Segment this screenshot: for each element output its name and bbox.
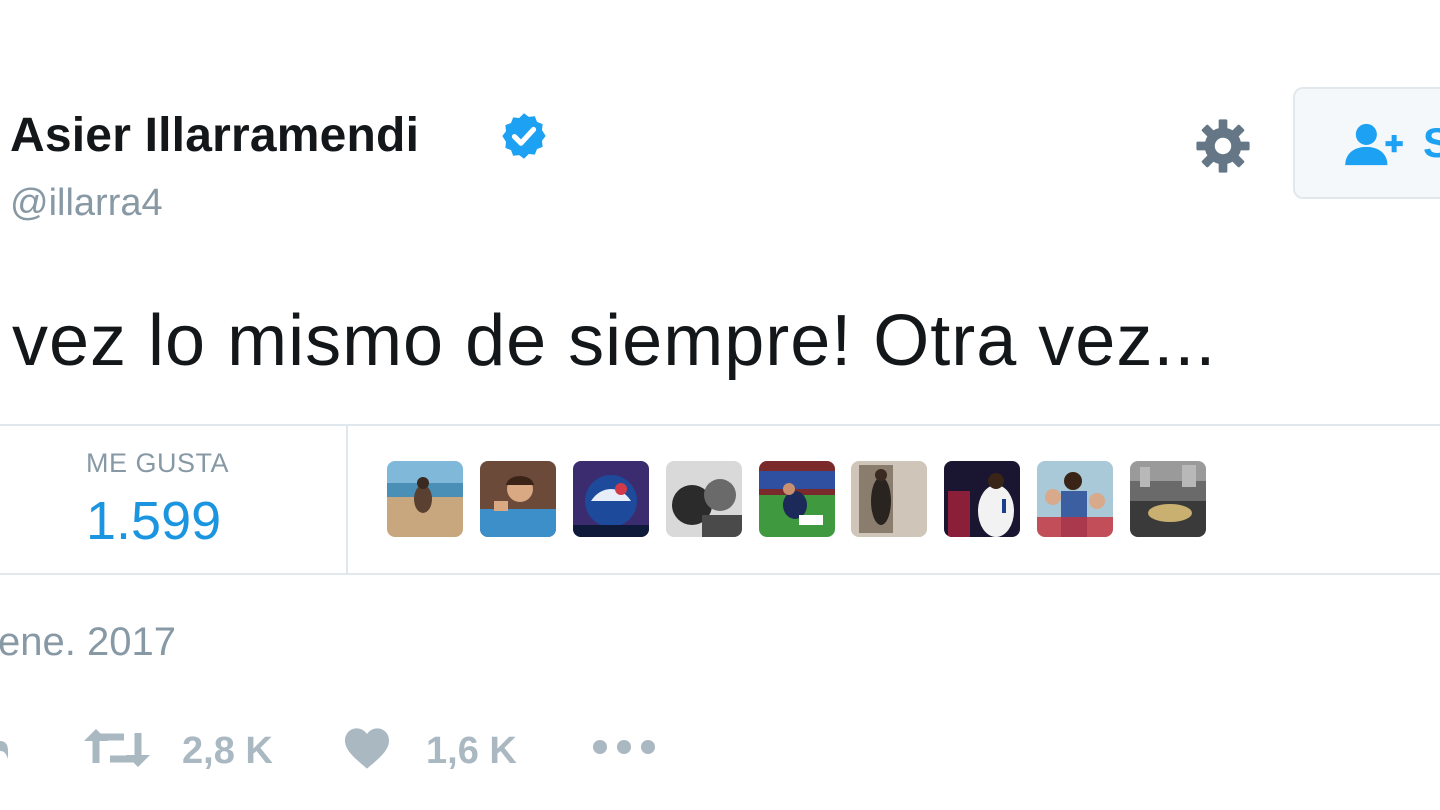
gear-icon[interactable] (1194, 117, 1252, 175)
author-handle[interactable]: @illarra4 (10, 182, 163, 225)
liker-avatar[interactable] (759, 461, 835, 537)
retweet-count[interactable]: 2,8 K (182, 730, 273, 773)
stats-divider-bottom (0, 573, 1440, 575)
tweet-text: vez lo mismo de siempre! Otra vez... (12, 301, 1217, 381)
author-name[interactable]: Asier Illarramendi (10, 108, 419, 163)
liker-avatar[interactable] (1037, 461, 1113, 537)
liker-avatar[interactable] (480, 461, 556, 537)
likes-label[interactable]: ME GUSTA (86, 448, 229, 479)
stats-divider-top (0, 424, 1440, 426)
liker-avatar[interactable] (944, 461, 1020, 537)
reply-icon[interactable] (0, 727, 8, 767)
tweet-timestamp[interactable]: ene. 2017 (0, 620, 176, 665)
liker-avatar[interactable] (1130, 461, 1206, 537)
like-count[interactable]: 1,6 K (426, 730, 517, 773)
heart-icon[interactable] (343, 726, 391, 770)
more-dots-icon[interactable] (592, 738, 656, 756)
liker-avatar[interactable] (851, 461, 927, 537)
follow-button[interactable]: S (1293, 87, 1440, 199)
tweet-card: Asier Illarramendi @illarra4 S vez lo mi… (0, 0, 1440, 810)
liker-avatar[interactable] (387, 461, 463, 537)
liker-avatar[interactable] (666, 461, 742, 537)
stats-divider-vertical (346, 426, 348, 573)
verified-badge-icon (502, 113, 546, 159)
follow-button-label: S (1423, 119, 1440, 166)
retweet-icon[interactable] (84, 727, 150, 769)
likes-count[interactable]: 1.599 (86, 490, 221, 552)
liker-avatar[interactable] (573, 461, 649, 537)
add-user-icon (1345, 123, 1403, 166)
